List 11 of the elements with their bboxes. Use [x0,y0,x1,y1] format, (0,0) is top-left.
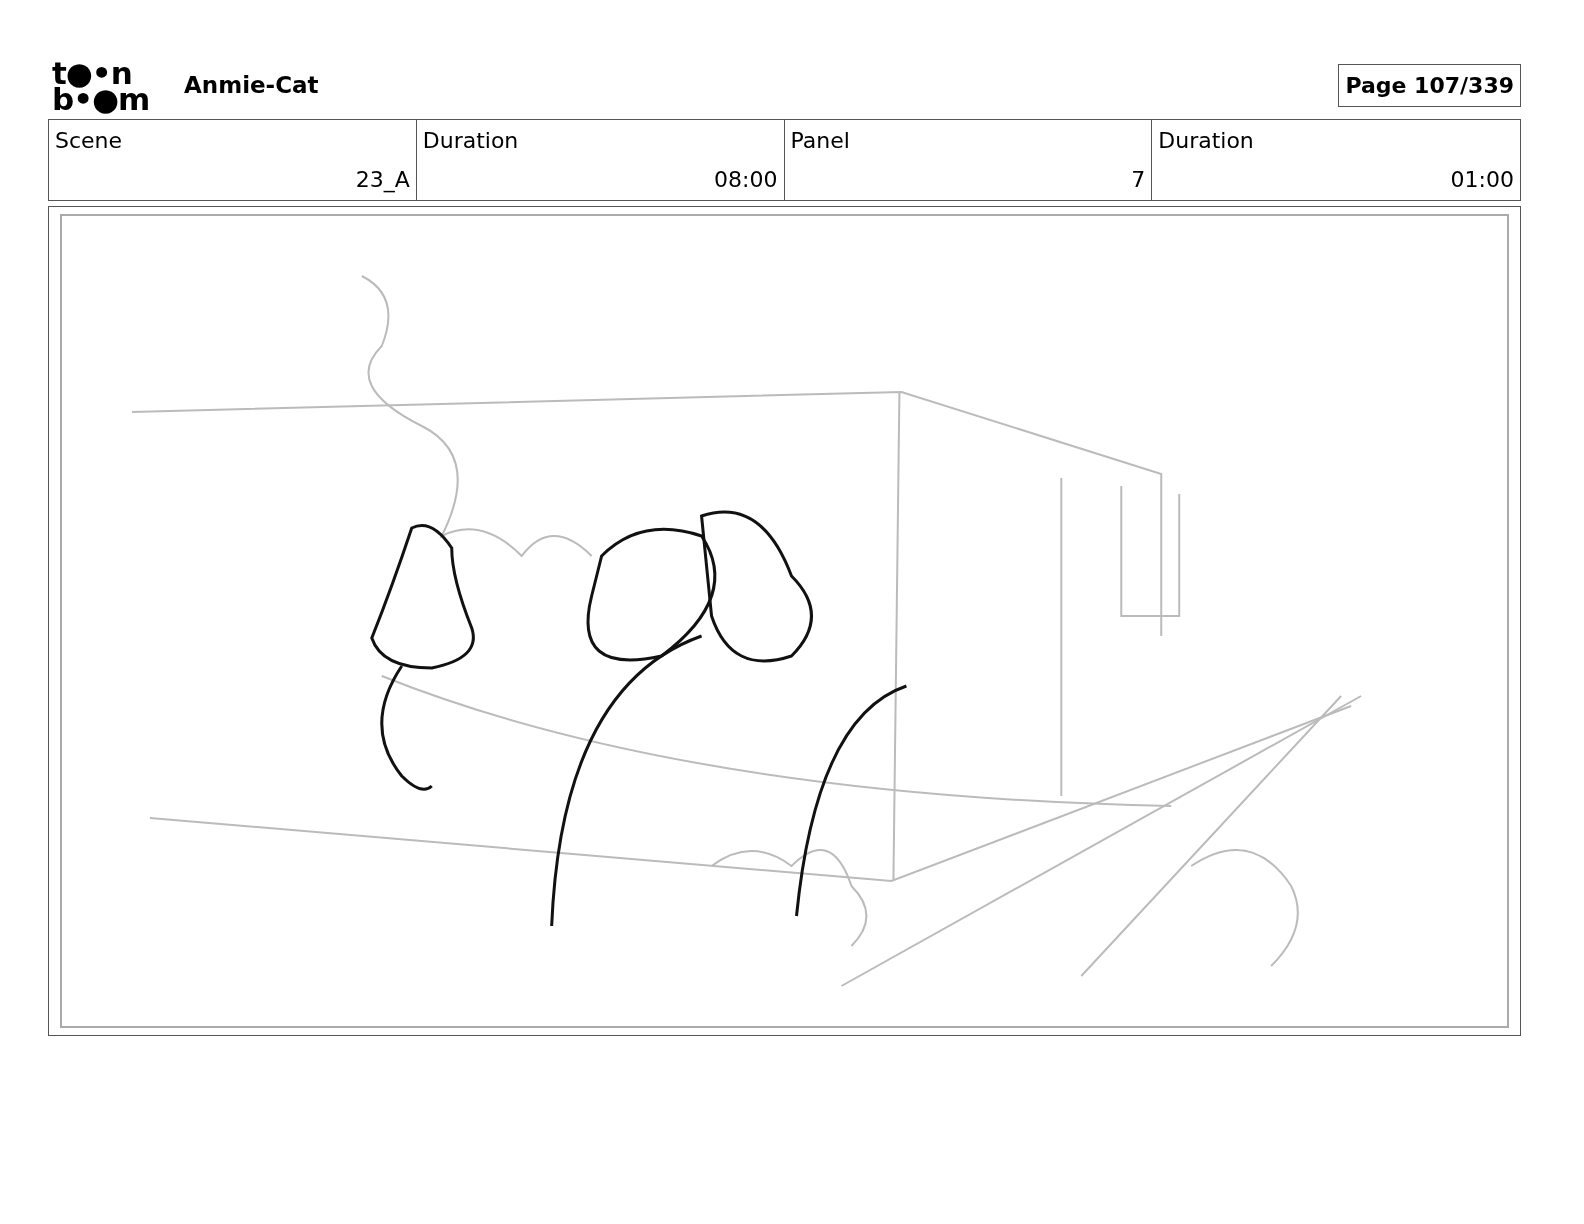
column-header: Duration [422,127,520,155]
project-title: Anmie-Cat [184,71,319,101]
table-cell-text: 23_A [354,166,410,195]
table-cell-text: 08:00 [713,166,778,194]
column-header: Panel [790,127,851,155]
logo: t●•n b•●m [52,59,151,112]
column-header: Scene [55,127,124,155]
page-number: Page 107/339 [1338,64,1521,107]
table-cell-text: 01:00 [1449,166,1514,194]
column-header: Duration [1158,127,1255,155]
table-cell-text: 7 [1130,166,1146,194]
